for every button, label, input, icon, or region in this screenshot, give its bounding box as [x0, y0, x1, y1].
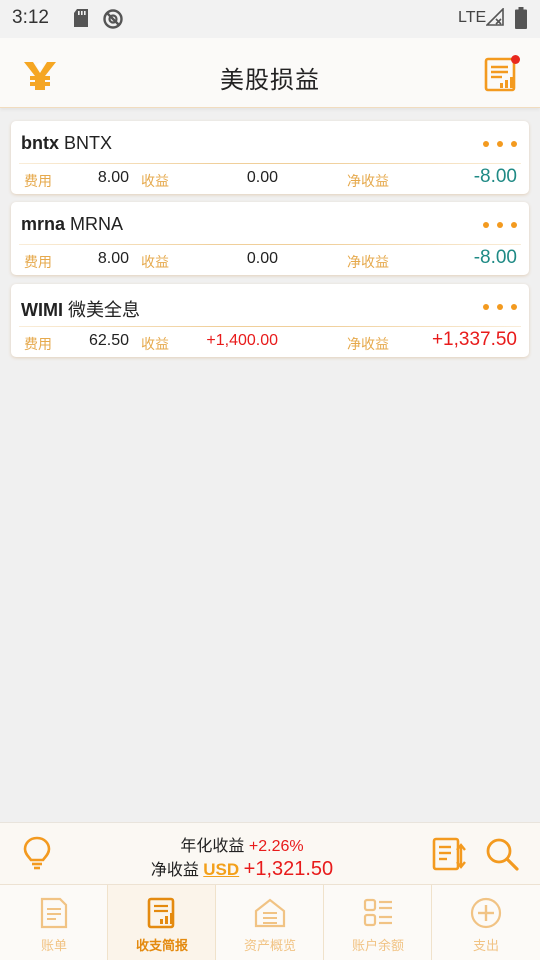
divider [19, 244, 521, 245]
net-income-label: 净收益 [150, 862, 199, 879]
net-value: -8.00 [473, 166, 517, 187]
search-icon[interactable] [484, 836, 520, 877]
more-button[interactable] [483, 222, 517, 230]
annual-return: 年化收益 +2.26% [0, 832, 484, 856]
tab-expense[interactable]: 支出 [432, 885, 540, 960]
stock-card-bntx[interactable]: bntx BNTX 费用 8.00 收益 0.00 净收益 -8.00 [11, 121, 529, 194]
net-income-total: 净收益 USD +1,321.50 [0, 856, 484, 881]
stock-title: 微美全息 [68, 300, 141, 320]
fee-label: 费用 [24, 254, 52, 270]
signal-icon [485, 7, 504, 31]
tab-balance[interactable]: 账户余额 [324, 885, 432, 960]
assets-icon [254, 897, 286, 934]
income-value: +1,400.00 [206, 332, 278, 349]
status-bar: 3:12 LTE [0, 0, 540, 38]
divider [19, 326, 521, 327]
dot-icon [511, 222, 517, 228]
dot-icon [497, 141, 503, 147]
net-value: -8.00 [473, 247, 517, 268]
page-title: 美股损益 [220, 67, 320, 94]
stock-title: MRNA [70, 214, 124, 234]
summary-bar: 年化收益 +2.26% 净收益 USD +1,321.50 [0, 822, 540, 884]
net-value: +1,337.50 [431, 329, 517, 350]
income-label: 收益 [141, 254, 169, 270]
stock-name: WIMI 微美全息 [21, 296, 140, 322]
stock-card-mrna[interactable]: mrna MRNA 费用 8.00 收益 0.00 净收益 -8.00 [11, 202, 529, 275]
sort-icon[interactable] [431, 836, 467, 877]
net-income-value: +1,321.50 [243, 858, 334, 880]
dot-icon [497, 304, 503, 310]
sd-card-icon [74, 9, 88, 32]
income-value: 0.00 [246, 169, 278, 186]
tab-label: 收支简报 [135, 938, 188, 953]
dot-icon [483, 304, 489, 310]
more-button[interactable] [483, 304, 517, 312]
tab-assets[interactable]: 资产概览 [216, 885, 324, 960]
dot-icon [511, 304, 517, 310]
battery-icon [515, 7, 527, 34]
add-icon [470, 897, 502, 934]
fee-value: 62.50 [88, 332, 129, 349]
stock-code: bntx [21, 133, 59, 153]
currency-selector[interactable]: USD [203, 860, 239, 879]
app-bar: 美股损益 [0, 38, 540, 108]
fee-label: 费用 [24, 336, 52, 352]
income-label: 收益 [141, 173, 169, 189]
fee-label: 费用 [24, 173, 52, 189]
stock-title: BNTX [64, 133, 113, 153]
tab-report[interactable]: 收支简报 [108, 885, 216, 960]
balance-icon [362, 897, 394, 934]
more-button[interactable] [483, 141, 517, 149]
fee-value: 8.00 [97, 250, 129, 267]
annual-return-label: 年化收益 [180, 838, 245, 855]
status-time: 3:12 [12, 7, 49, 28]
tab-bill[interactable]: 账单 [0, 885, 108, 960]
dot-icon [511, 141, 517, 147]
tab-label: 账户余额 [351, 938, 404, 953]
net-label: 净收益 [347, 336, 389, 352]
stock-name: bntx BNTX [21, 133, 112, 154]
bill-icon [38, 897, 70, 934]
stock-code: WIMI [21, 300, 63, 320]
income-label: 收益 [141, 336, 169, 352]
dot-icon [483, 222, 489, 228]
net-label: 净收益 [347, 254, 389, 270]
dot-icon [483, 141, 489, 147]
network-type: LTE [458, 9, 487, 26]
fee-value: 8.00 [97, 169, 129, 186]
stock-code: mrna [21, 214, 66, 234]
annual-return-value: +2.26% [248, 838, 304, 855]
sync-off-icon [102, 8, 124, 35]
dot-icon [497, 222, 503, 228]
stock-card-wimi[interactable]: WIMI 微美全息 费用 62.50 收益 +1,400.00 净收益 +1,3… [11, 284, 529, 357]
tab-label: 资产概览 [243, 938, 296, 953]
divider [19, 163, 521, 164]
net-label: 净收益 [347, 173, 389, 189]
bottom-tab-bar: 账单 收支简报 资产概览 账户余额 支出 [0, 884, 540, 960]
tab-label: 账单 [40, 938, 67, 953]
notification-dot [511, 55, 520, 64]
report-icon [146, 897, 178, 934]
income-value: 0.00 [246, 250, 278, 267]
stock-name: mrna MRNA [21, 214, 123, 235]
tab-label: 支出 [472, 938, 499, 953]
